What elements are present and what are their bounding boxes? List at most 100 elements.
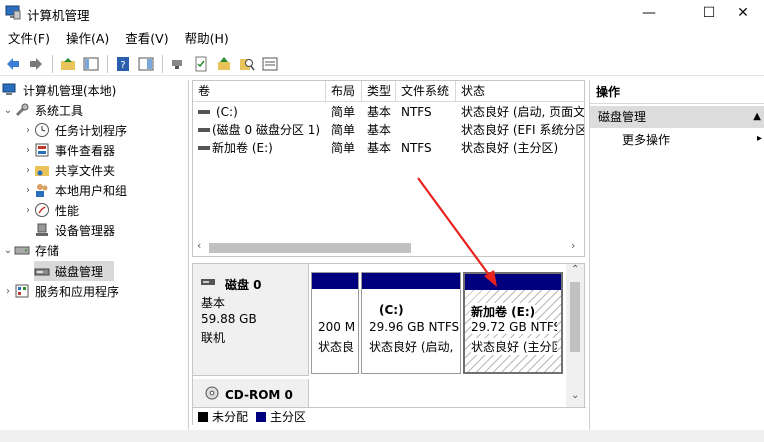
- chevron-right-icon[interactable]: ›: [2, 286, 14, 297]
- partition-bar: [465, 274, 561, 290]
- disk-status: 联机: [201, 331, 226, 345]
- partition-bar: [312, 273, 358, 289]
- folder-up-icon: [61, 57, 75, 70]
- more-actions-arrow-icon[interactable]: ▸: [757, 133, 762, 144]
- volume-name: (C:): [216, 105, 238, 119]
- volume-layout: 简单: [331, 105, 356, 119]
- legend-swatch-unallocated: [198, 411, 208, 422]
- menu-view[interactable]: 查看(V): [119, 29, 174, 49]
- volume-list: 卷 布局 类型 文件系统 状态 (C:) 简单 基本 NTFS 状态良好 (启动…: [192, 80, 586, 257]
- partition-e[interactable]: 新加卷 (E:) 29.72 GB NTFS 状态良好 (主分区: [463, 272, 563, 374]
- tree-label: 存储: [35, 243, 60, 258]
- close-button[interactable]: ✕: [720, 0, 764, 26]
- chevron-right-icon[interactable]: ›: [22, 145, 34, 156]
- partition-status: 状态良好 (主分区: [471, 338, 557, 355]
- partition-size: 29.96 GB NTFS: [369, 320, 460, 334]
- tree-item-shared-folders[interactable]: › 共享文件夹: [22, 160, 115, 180]
- table-row[interactable]: 新加卷 (E:) 简单 基本 NTFS 状态良好 (主分区): [193, 139, 586, 157]
- back-button[interactable]: [2, 53, 24, 75]
- scrollbar-thumb[interactable]: [570, 282, 580, 352]
- partition-size: 200 M: [318, 320, 356, 334]
- horizontal-scrollbar[interactable]: ‹ ›: [193, 238, 584, 256]
- chevron-down-icon[interactable]: ⌄: [2, 105, 14, 116]
- up-button[interactable]: [213, 53, 235, 75]
- tree-item-performance[interactable]: › 性能: [22, 200, 79, 220]
- disk-0-label[interactable]: 磁盘 0 基本 59.88 GB 联机: [193, 264, 309, 376]
- up-folder-button[interactable]: [57, 53, 79, 75]
- partition-status: 状态良: [318, 340, 355, 354]
- tree-label: 服务和应用程序: [35, 284, 120, 299]
- svg-text:?: ?: [120, 60, 125, 71]
- toolbar: ?: [0, 52, 764, 76]
- toolbar-separator: [162, 54, 163, 73]
- event-viewer-icon: [35, 143, 49, 157]
- tree-item-services-apps[interactable]: › 服务和应用程序: [2, 281, 119, 301]
- column-filesystem[interactable]: 文件系统: [396, 81, 456, 101]
- chevron-right-icon[interactable]: ›: [22, 165, 34, 176]
- column-type[interactable]: 类型: [362, 81, 396, 101]
- tree-label: 计算机管理(本地): [23, 83, 117, 98]
- connect-icon: [172, 59, 182, 69]
- computer-icon: [2, 83, 16, 95]
- chevron-right-icon[interactable]: ›: [22, 185, 34, 196]
- tree-label: 事件查看器: [55, 143, 116, 158]
- cdrom-row[interactable]: CD-ROM 0: [193, 379, 309, 407]
- scroll-left-icon[interactable]: ‹: [197, 239, 201, 252]
- partition-efi[interactable]: 200 M 状态良: [311, 272, 359, 374]
- chevron-down-icon[interactable]: ⌄: [2, 245, 14, 256]
- list-button[interactable]: [259, 53, 281, 75]
- volume-icon: [198, 128, 210, 132]
- connect-button[interactable]: [167, 53, 189, 75]
- scrollbar-thumb[interactable]: [209, 243, 411, 253]
- volume-type: 基本: [367, 141, 392, 155]
- forward-button[interactable]: [25, 53, 47, 75]
- checklist-button[interactable]: [190, 53, 212, 75]
- window-title: 计算机管理: [27, 8, 90, 23]
- services-icon: [15, 284, 29, 298]
- show-hide-tree-button[interactable]: [80, 53, 102, 75]
- tree-item-event-viewer[interactable]: › 事件查看器: [22, 140, 115, 160]
- volume-layout: 简单: [331, 141, 356, 155]
- menu-action[interactable]: 操作(A): [60, 29, 115, 49]
- column-status[interactable]: 状态: [456, 81, 584, 101]
- console-tree: 计算机管理(本地) ⌄ 系统工具 › 任务计划程序 › 事件查看器 › 共享文件…: [0, 80, 189, 430]
- tree-item-storage[interactable]: ⌄ 存储: [2, 240, 59, 260]
- partition-bar: [362, 273, 460, 289]
- tree-item-system-tools[interactable]: ⌄ 系统工具: [2, 100, 83, 120]
- search-button[interactable]: [236, 53, 258, 75]
- scroll-down-icon[interactable]: ⌄: [571, 390, 579, 401]
- tree-item-device-manager[interactable]: 设备管理器: [34, 220, 115, 240]
- chevron-right-icon[interactable]: ›: [22, 205, 34, 216]
- minimize-button[interactable]: —: [626, 0, 672, 26]
- scroll-right-icon[interactable]: ›: [571, 239, 575, 252]
- help-button[interactable]: ?: [112, 53, 134, 75]
- actions-section-disk-management[interactable]: 磁盘管理 ▲: [590, 106, 764, 128]
- table-row[interactable]: (磁盘 0 磁盘分区 1) 简单 基本 状态良好 (EFI 系统分区: [193, 121, 586, 139]
- tree-label: 性能: [55, 203, 80, 218]
- table-row[interactable]: (C:) 简单 基本 NTFS 状态良好 (启动, 页面文: [193, 103, 586, 121]
- menu-help[interactable]: 帮助(H): [179, 29, 235, 49]
- column-volume[interactable]: 卷: [193, 81, 326, 101]
- scroll-up-icon[interactable]: ⌃: [571, 264, 579, 275]
- menu-file[interactable]: 文件(F): [2, 29, 56, 49]
- volume-list-header: 卷 布局 类型 文件系统 状态: [193, 81, 586, 102]
- disk-management-icon: [34, 268, 50, 276]
- menu-bar: 文件(F) 操作(A) 查看(V) 帮助(H): [0, 28, 764, 50]
- collapse-arrow-icon[interactable]: ▲: [753, 106, 761, 128]
- column-layout[interactable]: 布局: [326, 81, 362, 101]
- chevron-right-icon[interactable]: ›: [22, 125, 34, 136]
- toolbar-separator: [52, 54, 53, 73]
- partition-status: 状态良好 (启动,: [369, 340, 454, 354]
- tree-item-task-scheduler[interactable]: › 任务计划程序: [22, 120, 127, 140]
- tree-item-local-users[interactable]: › 本地用户和组: [22, 180, 127, 200]
- tree-label: 共享文件夹: [55, 163, 116, 178]
- properties-pane-button[interactable]: [135, 53, 157, 75]
- more-actions-link[interactable]: 更多操作: [622, 130, 670, 150]
- tree-item-computer-management[interactable]: 计算机管理(本地): [2, 80, 116, 100]
- pane-icon: [138, 57, 154, 70]
- tree-item-disk-management[interactable]: 磁盘管理: [34, 261, 114, 281]
- tools-icon: [15, 103, 29, 117]
- volume-filesystem: NTFS: [401, 141, 432, 155]
- vertical-scrollbar[interactable]: ⌃ ⌄: [566, 264, 584, 409]
- partition-c[interactable]: (C:) 29.96 GB NTFS 状态良好 (启动,: [361, 272, 461, 374]
